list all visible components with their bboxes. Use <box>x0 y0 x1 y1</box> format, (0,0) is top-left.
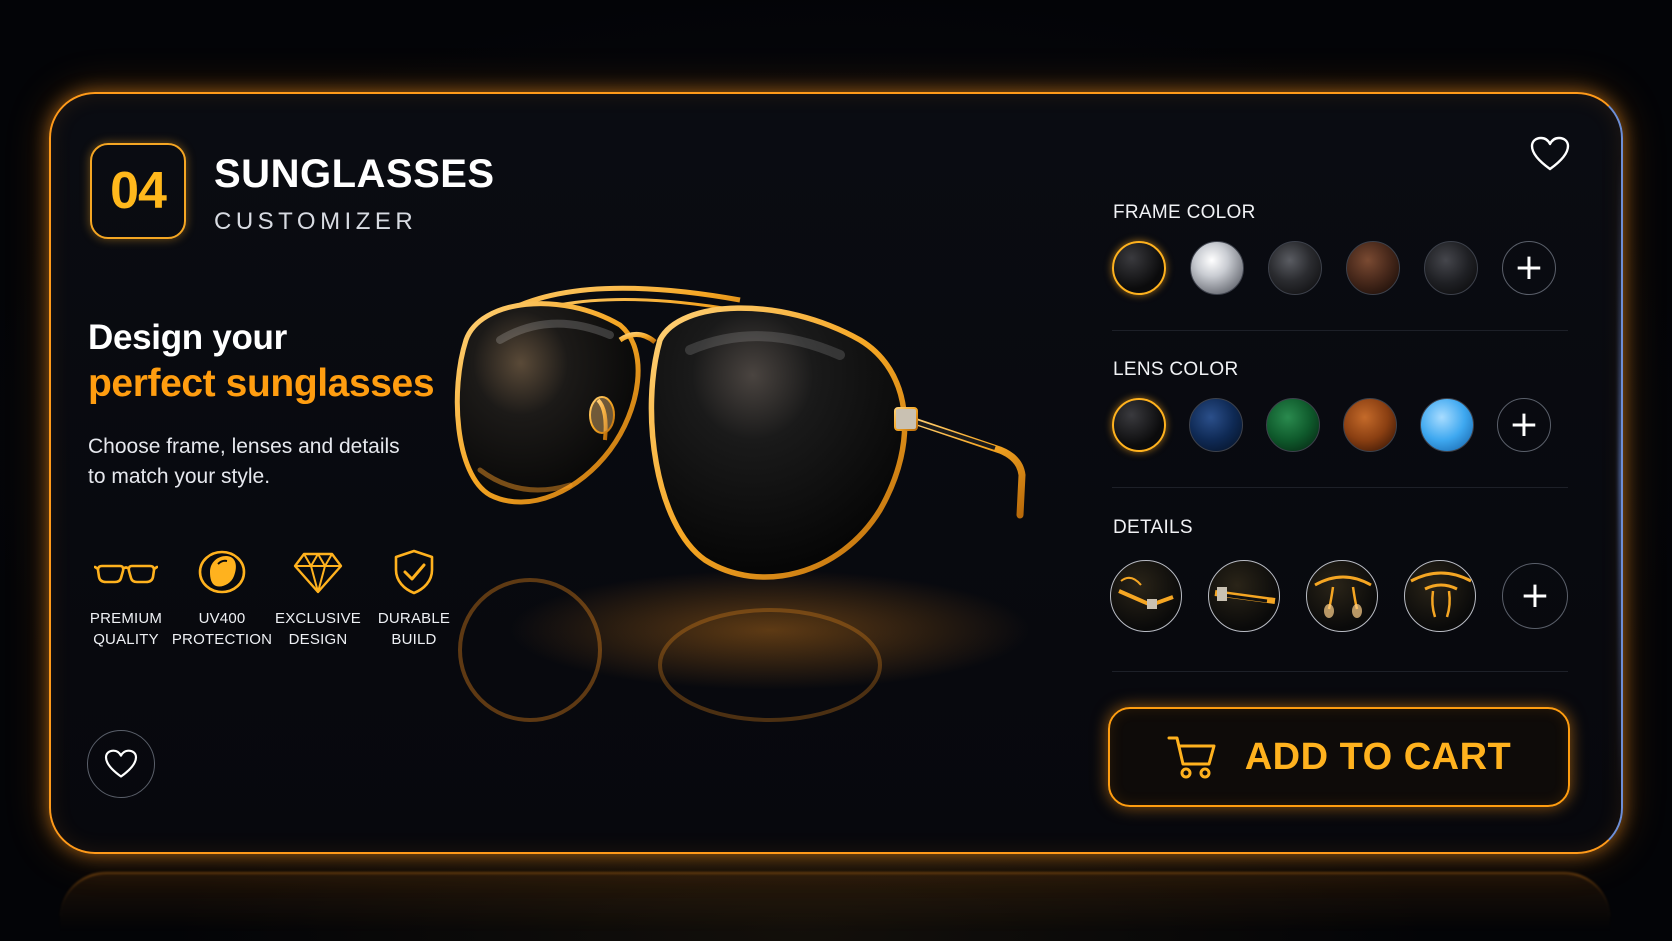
hero-heading-accent: perfect sunglasses <box>88 362 435 405</box>
step-badge: 04 <box>90 143 186 239</box>
diamond-icon <box>293 552 343 594</box>
detail-option-temple[interactable] <box>1208 560 1280 632</box>
lens-swatch-green[interactable] <box>1266 398 1320 452</box>
feature-label: UV400 PROTECTION <box>171 610 273 648</box>
wishlist-button-bottom[interactable] <box>87 730 155 798</box>
heart-icon <box>104 749 138 778</box>
lens-color-swatches: + <box>1112 398 1551 452</box>
lens-swatch-black[interactable] <box>1112 398 1166 452</box>
plus-icon: + <box>1508 404 1540 445</box>
add-detail-button[interactable]: + <box>1502 563 1568 629</box>
lens-color-label: LENS COLOR <box>1113 359 1239 380</box>
lens-swatch-amber[interactable] <box>1343 398 1397 452</box>
divider <box>1112 487 1568 488</box>
hinge-detail-image <box>1118 576 1174 609</box>
page-title: SUNGLASSES <box>214 152 495 196</box>
temple-detail-image <box>1214 587 1276 604</box>
add-frame-color-button[interactable]: + <box>1502 241 1556 295</box>
add-to-cart-button[interactable]: ADD TO CART <box>1108 707 1570 807</box>
shield-check-icon <box>394 549 434 595</box>
add-to-cart-label: ADD TO CART <box>1244 735 1512 778</box>
feature-exclusive-design: EXCLUSIVE DESIGN <box>270 548 366 650</box>
lens-icon <box>198 550 246 594</box>
hero-heading: Design your <box>88 318 287 357</box>
feature-label: PREMIUM QUALITY <box>89 610 163 648</box>
hero-description: Choose frame, lenses and details to matc… <box>88 435 400 488</box>
frame-swatch-silver[interactable] <box>1190 241 1244 295</box>
details-label: DETAILS <box>1113 517 1193 538</box>
feature-list: PREMIUM QUALITY UV400 PROTECTION EXCLUSI… <box>78 548 462 650</box>
feature-label: EXCLUSIVE DESIGN <box>275 610 361 648</box>
sunglasses-product-image <box>454 285 1030 722</box>
plus-icon: + <box>1513 247 1545 288</box>
customizer-stage: 04 SUNGLASSES CUSTOMIZER Design your per… <box>0 0 1672 941</box>
frame-swatch-dark-grey[interactable] <box>1424 241 1478 295</box>
frame-swatch-black-gold[interactable] <box>1112 241 1166 295</box>
glasses-icon <box>94 564 158 584</box>
frame-swatch-gunmetal[interactable] <box>1268 241 1322 295</box>
nose-pads-detail-image <box>1314 575 1372 618</box>
detail-option-nose-pads[interactable] <box>1306 560 1378 632</box>
feature-premium-quality: PREMIUM QUALITY <box>78 548 174 650</box>
frame-color-swatches: + <box>1112 241 1556 295</box>
detail-option-bridge[interactable] <box>1404 560 1476 632</box>
divider <box>1112 330 1568 331</box>
heart-icon <box>1530 136 1570 171</box>
divider <box>1112 671 1568 672</box>
add-lens-color-button[interactable]: + <box>1497 398 1551 452</box>
feature-uv400: UV400 PROTECTION <box>171 548 273 650</box>
frame-swatch-brown[interactable] <box>1346 241 1400 295</box>
detail-options: + <box>1110 560 1568 632</box>
lens-swatch-navy[interactable] <box>1189 398 1243 452</box>
lens-swatch-sky-blue[interactable] <box>1420 398 1474 452</box>
bridge-detail-image <box>1410 571 1472 618</box>
wishlist-button-top[interactable] <box>1528 132 1572 176</box>
detail-option-hinge[interactable] <box>1110 560 1182 632</box>
shopping-cart-icon <box>1167 736 1216 779</box>
plus-icon: + <box>1519 575 1551 616</box>
card-reflection <box>60 872 1610 932</box>
frame-color-label: FRAME COLOR <box>1113 202 1256 223</box>
page-subtitle: CUSTOMIZER <box>214 208 418 235</box>
